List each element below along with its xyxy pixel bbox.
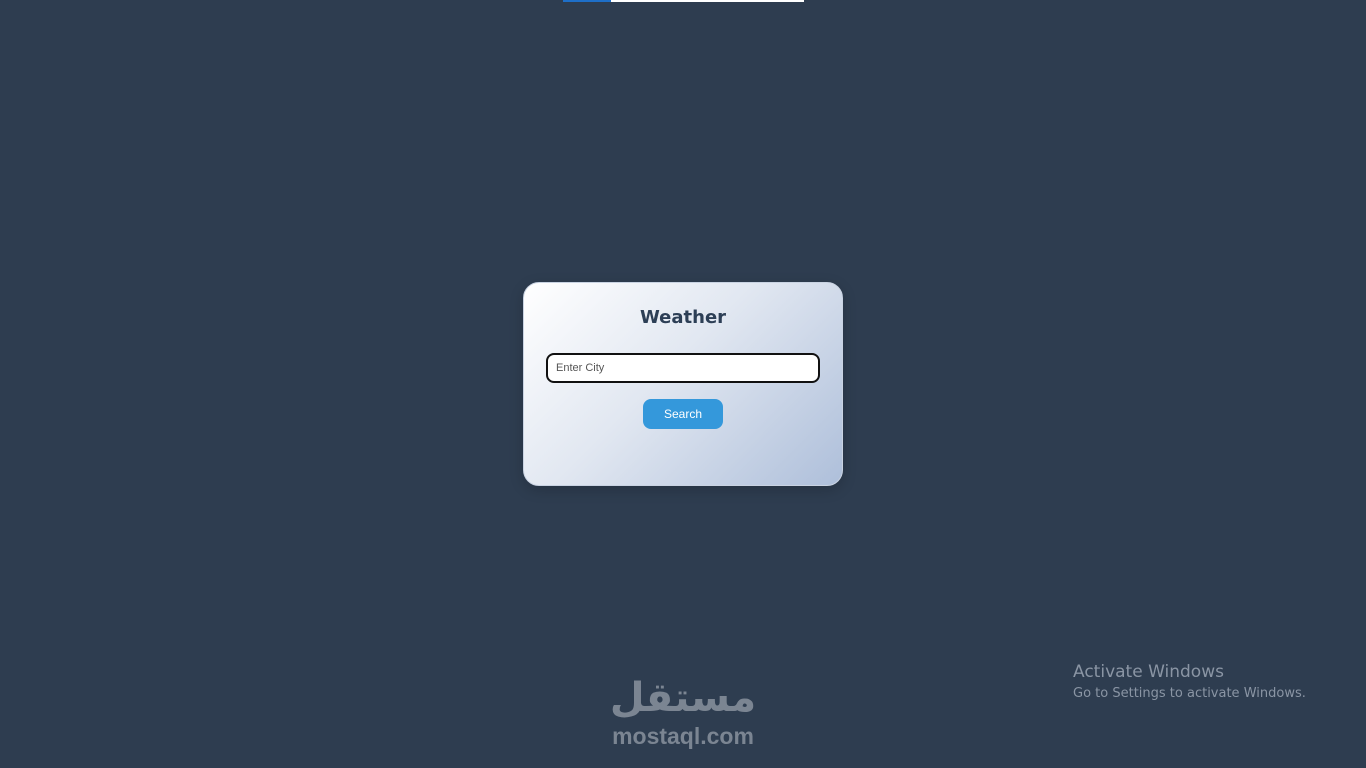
mostaql-watermark-latin: mostaql.com	[612, 723, 754, 749]
activate-windows-notice: Activate Windows Go to Settings to activ…	[1073, 660, 1306, 704]
activate-windows-subtitle: Go to Settings to activate Windows.	[1073, 686, 1306, 701]
weather-card: Weather Search	[523, 282, 843, 486]
mostaql-watermark-arabic: مستقل	[609, 675, 757, 721]
search-button[interactable]: Search	[643, 399, 723, 429]
city-input[interactable]	[546, 353, 820, 383]
activate-windows-title: Activate Windows	[1073, 662, 1224, 682]
weather-title: Weather	[639, 307, 727, 328]
page-loading-bar	[563, 0, 804, 2]
page-loading-bar-fill	[563, 0, 612, 2]
mostaql-watermark: مستقل mostaql.com	[590, 672, 776, 748]
